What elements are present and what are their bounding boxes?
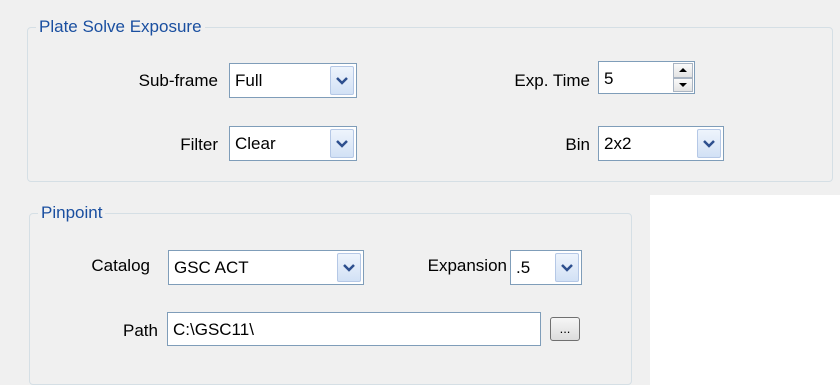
catalog-dropdown[interactable]: GSC ACT bbox=[168, 250, 364, 285]
triangle-up-icon[interactable] bbox=[673, 63, 693, 78]
catalog-label: Catalog bbox=[91, 256, 150, 275]
exp-time-spinner[interactable]: 5 bbox=[598, 61, 695, 94]
filter-dropdown[interactable]: Clear bbox=[229, 126, 357, 161]
filter-value: Clear bbox=[235, 134, 276, 153]
path-input[interactable]: C:\GSC11\ bbox=[167, 312, 541, 346]
plate-solve-exposure-title: Plate Solve Exposure bbox=[36, 17, 205, 37]
subframe-value: Full bbox=[235, 71, 263, 90]
path-value[interactable]: C:\GSC11\ bbox=[173, 313, 254, 346]
bin-value: 2x2 bbox=[604, 134, 632, 153]
pinpoint-group: Pinpoint bbox=[29, 203, 632, 385]
path-label: Path bbox=[123, 321, 158, 340]
exp-time-label: Exp. Time bbox=[514, 71, 590, 90]
filter-label: Filter bbox=[180, 135, 218, 154]
expansion-label: Expansion bbox=[427, 256, 507, 275]
chevron-down-icon[interactable] bbox=[697, 129, 721, 158]
chevron-down-icon[interactable] bbox=[330, 129, 354, 158]
chevron-down-icon[interactable] bbox=[555, 253, 579, 282]
subframe-dropdown[interactable]: Full bbox=[229, 63, 357, 98]
expansion-value: .5 bbox=[516, 258, 531, 277]
chevron-down-icon[interactable] bbox=[330, 66, 354, 95]
exp-time-value[interactable]: 5 bbox=[604, 62, 613, 95]
pinpoint-title: Pinpoint bbox=[38, 203, 106, 223]
subframe-label: Sub-frame bbox=[138, 71, 218, 90]
catalog-value: GSC ACT bbox=[174, 258, 249, 277]
browse-button[interactable]: ... bbox=[550, 317, 580, 341]
triangle-down-icon[interactable] bbox=[673, 77, 693, 92]
expansion-dropdown[interactable]: .5 bbox=[510, 250, 582, 285]
bin-label: Bin bbox=[565, 135, 590, 154]
bin-dropdown[interactable]: 2x2 bbox=[598, 126, 724, 161]
chevron-down-icon[interactable] bbox=[337, 253, 361, 282]
